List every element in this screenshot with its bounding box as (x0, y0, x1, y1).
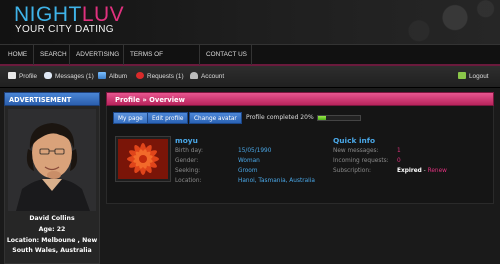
subscription-status: Expired - Renew (397, 168, 447, 174)
quick-info-subscription-label: Subscription: (333, 168, 371, 174)
toolbar-requests[interactable]: Requests (1) (136, 72, 184, 82)
advertisement-panel: ADVERTISEMENT David Collins Age: 22 Loca… (4, 92, 100, 264)
field-label-seeking: Seeking: (175, 168, 201, 174)
quick-info-messages-count[interactable]: 1 (397, 148, 401, 154)
toolbar-album[interactable]: Album (98, 72, 127, 82)
quick-info-messages-label: New messages: (333, 148, 379, 154)
site-logo[interactable]: NIGHTLUV (14, 4, 124, 25)
heart-icon (136, 72, 144, 79)
nav-terms[interactable]: TERMS OF SERVICES (126, 45, 200, 78)
advert-name: David Collins (29, 215, 75, 222)
advertisement-title: ADVERTISEMENT (4, 92, 100, 106)
my-page-button[interactable]: My page (113, 112, 148, 124)
renew-link[interactable]: Renew (428, 168, 447, 174)
profile-overview-body: My page Edit profile Change avatar Profi… (106, 106, 494, 204)
nav-search[interactable]: SEARCH (36, 45, 70, 65)
breadcrumb: Profile » Overview (106, 92, 494, 106)
quick-info-requests-label: Incoming requests: (333, 158, 389, 164)
field-value-gender: Woman (238, 158, 260, 164)
flower-photo-icon (118, 139, 168, 179)
logout-icon (458, 72, 466, 79)
toolbar-profile[interactable]: Profile (8, 72, 37, 82)
user-account-icon (190, 72, 198, 79)
album-image-icon (98, 72, 106, 79)
quick-info-requests-count[interactable]: 0 (397, 158, 401, 164)
quick-info-title: Quick info (333, 136, 376, 145)
advert-age: Age: 22 (38, 226, 66, 233)
site-tagline: YOUR CITY DATING (15, 24, 114, 35)
field-value-seeking: Groom (238, 168, 258, 174)
person-photo-icon (8, 109, 96, 211)
user-avatar[interactable] (115, 136, 171, 182)
advert-location-line2: South Wales, Australia (12, 247, 92, 254)
toolbar-logout[interactable]: Logout (458, 72, 489, 82)
toolbar-account[interactable]: Account (190, 72, 224, 82)
field-value-location: Hanoi, Tasmania, Australia (238, 178, 315, 184)
nav-contact[interactable]: CONTACT US (202, 45, 252, 65)
edit-profile-button[interactable]: Edit profile (147, 112, 189, 124)
user-toolbar: Profile Messages (1) Album Requests (1) … (0, 66, 500, 88)
profile-progress-label: Profile completed 20% (246, 114, 314, 121)
profile-progress-fill (318, 116, 327, 120)
profile-username[interactable]: moyu (175, 136, 198, 145)
profile-overview-panel: Profile » Overview My page Edit profile … (106, 92, 494, 204)
message-bubble-icon (44, 72, 52, 79)
advertisement-body: David Collins Age: 22 Location: Melboune… (4, 106, 100, 264)
main-nav: HOME SEARCH ADVERTISING TERMS OF SERVICE… (0, 44, 500, 78)
advert-location-line1: Location: Melboune , New (6, 237, 98, 244)
change-avatar-button[interactable]: Change avatar (189, 112, 242, 124)
field-label-location: Location: (175, 178, 202, 184)
nav-advertising[interactable]: ADVERTISING (72, 45, 124, 65)
field-label-birthday: Birth day: (175, 148, 203, 154)
profile-card-icon (8, 72, 16, 79)
field-label-gender: Gender: (175, 158, 199, 164)
advert-profile-photo[interactable] (8, 109, 96, 211)
toolbar-messages[interactable]: Messages (1) (44, 72, 94, 82)
nav-home[interactable]: HOME (4, 45, 34, 65)
profile-progress-bar (317, 115, 361, 121)
subscription-expired: Expired (397, 168, 422, 174)
field-value-birthday: 15/05/1990 (238, 148, 272, 154)
site-header: NIGHTLUV YOUR CITY DATING (0, 0, 500, 44)
